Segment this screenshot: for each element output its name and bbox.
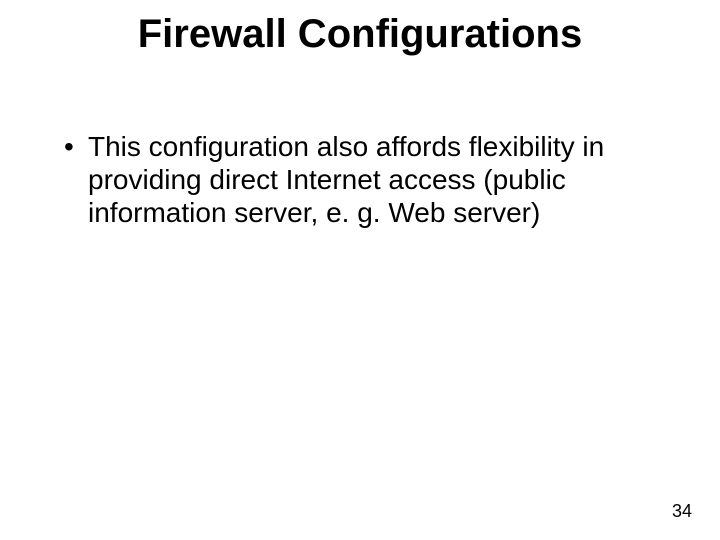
slide-body: This configuration also affords flexibil… (60, 130, 620, 229)
slide-title: Firewall Configurations (0, 12, 720, 56)
slide: Firewall Configurations This configurati… (0, 0, 720, 540)
bullet-list: This configuration also affords flexibil… (60, 130, 620, 229)
list-item: This configuration also affords flexibil… (60, 130, 620, 229)
page-number: 34 (672, 501, 692, 522)
bullet-text: This configuration also affords flexibil… (88, 131, 604, 228)
